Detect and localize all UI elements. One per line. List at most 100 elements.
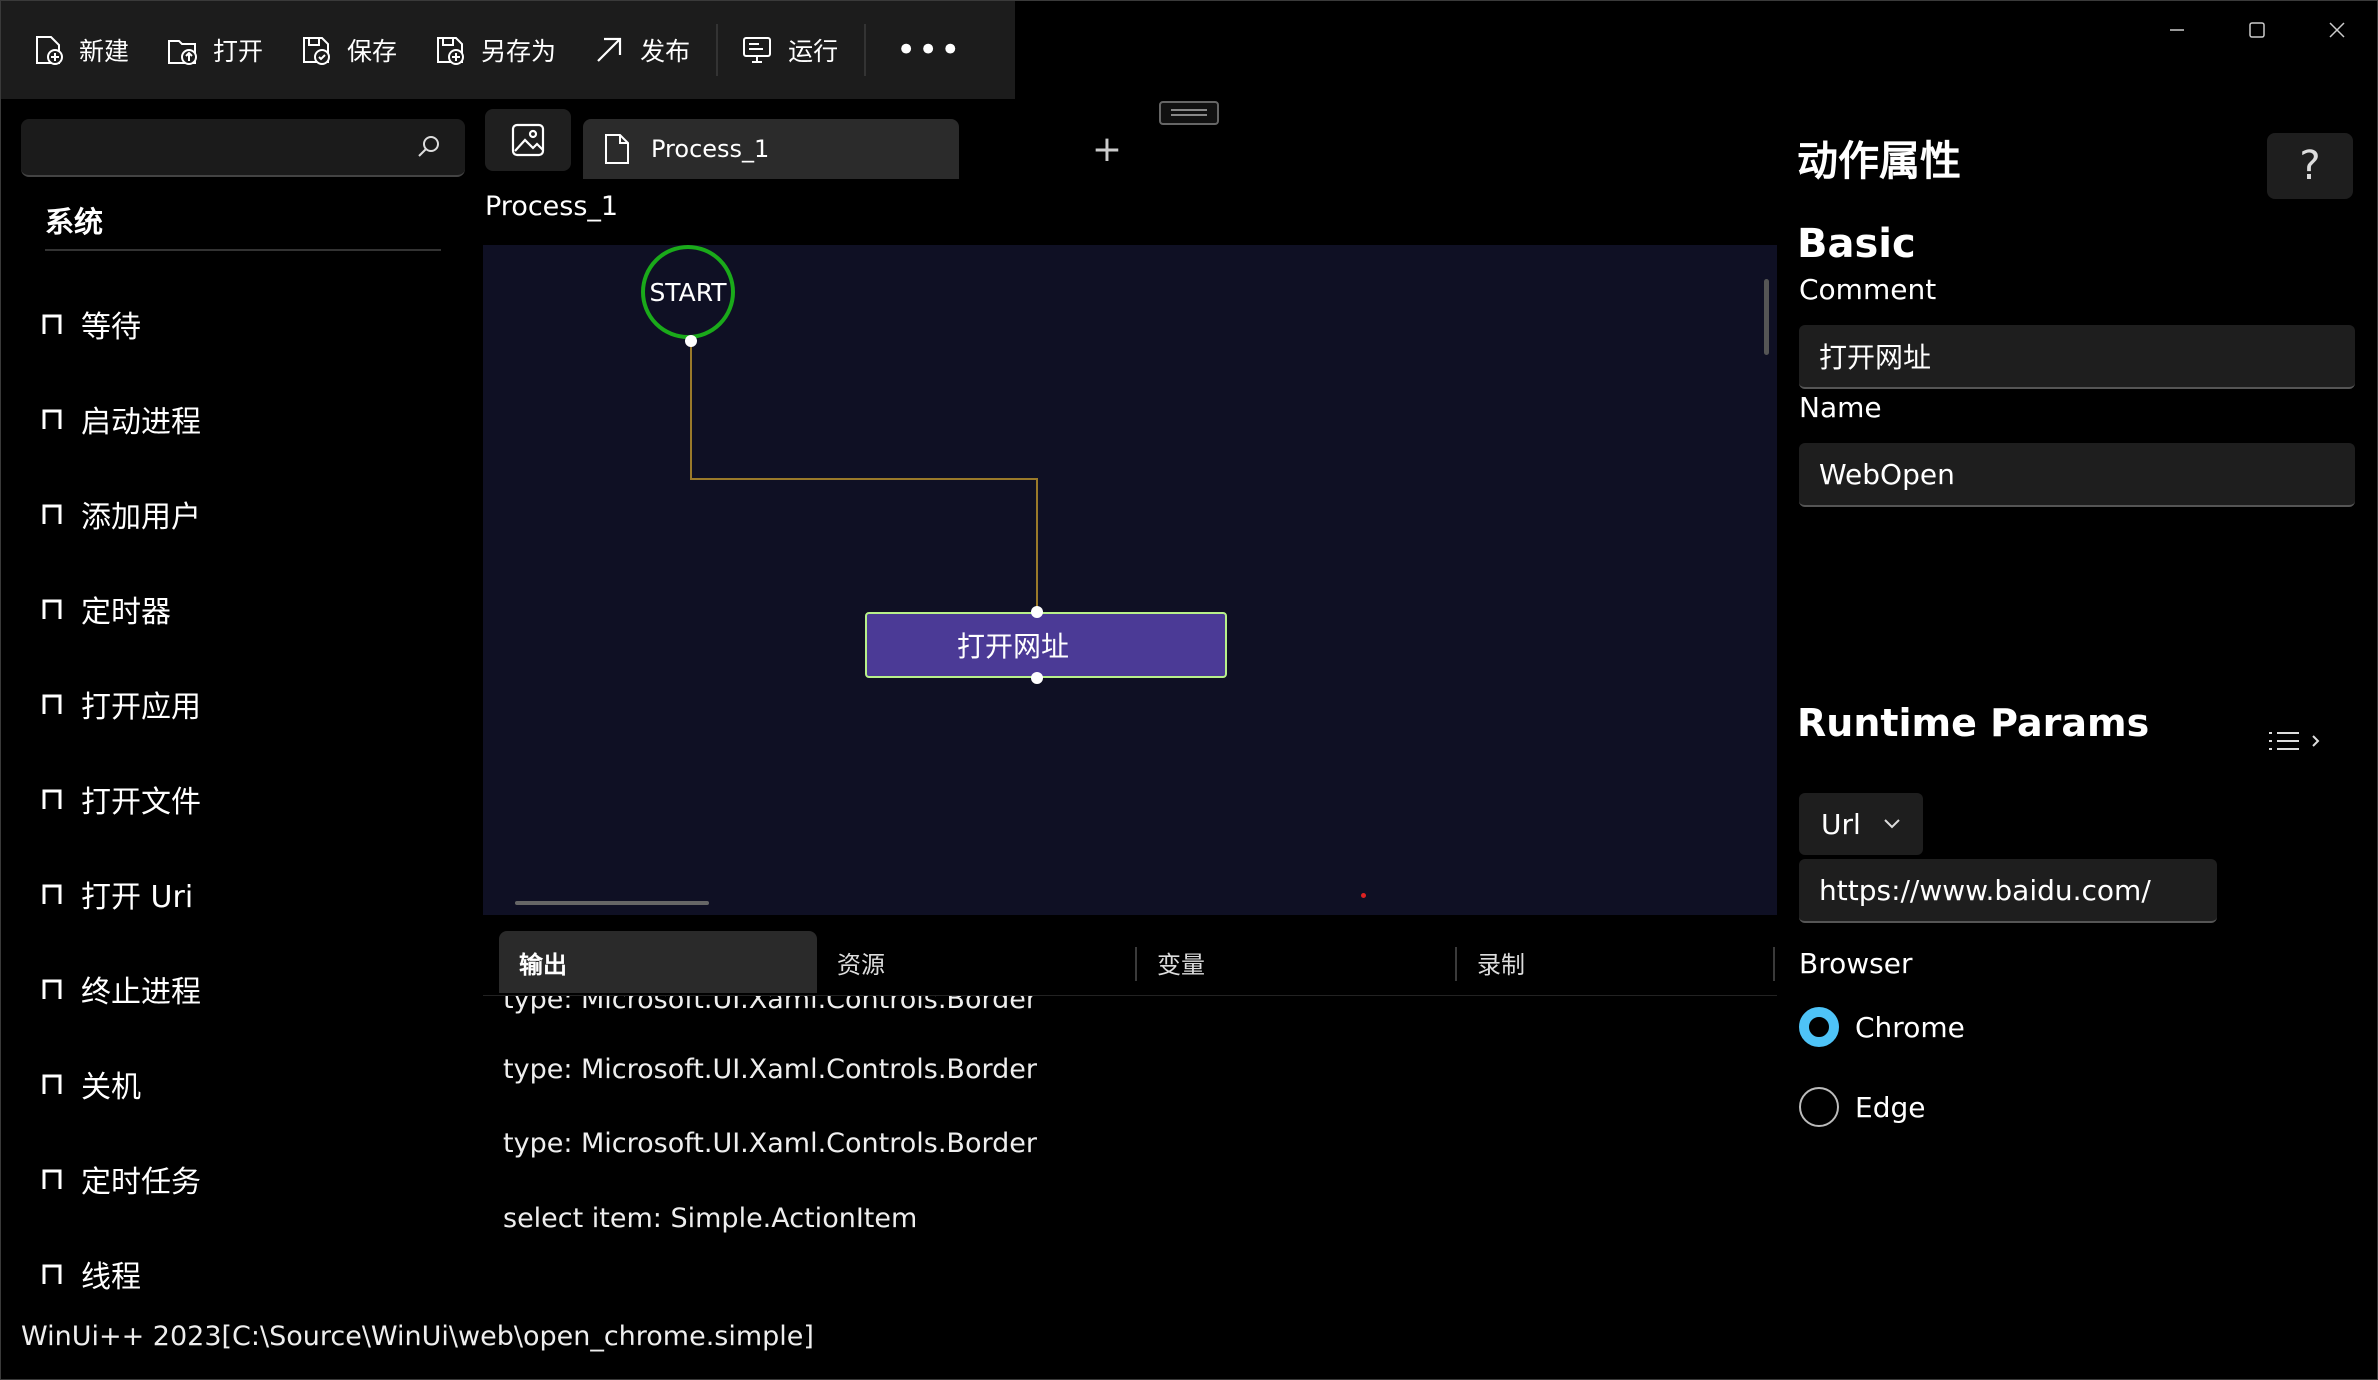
radio-label: Chrome (1855, 1010, 1965, 1044)
save-as-icon (437, 37, 465, 65)
run-button[interactable]: 运行 (724, 20, 854, 80)
action-node-open-url[interactable]: 打开网址 (865, 612, 1227, 678)
sidebar-item-thread[interactable]: 线程 (41, 1249, 141, 1299)
sidebar-item-wait[interactable]: 等待 (41, 299, 141, 349)
editor-area: Process_1 + Process_1 START 打开网址 输出 资源 变… (483, 99, 1777, 1319)
properties-panel: 动作属性 ? Basic Comment 打开网址 Name WebOpen R… (1777, 99, 2377, 1319)
sidebar-item-add-user[interactable]: 添加用户 (41, 489, 201, 539)
minimize-icon (2170, 29, 2184, 31)
panel-title: 动作属性 (1797, 137, 1961, 185)
sidebar-item-label: 打开应用 (81, 690, 201, 725)
add-tab-button[interactable]: + (1087, 129, 1127, 170)
new-button[interactable]: 新建 (15, 20, 145, 80)
search-input[interactable] (35, 129, 399, 167)
save-button-label: 保存 (347, 37, 398, 66)
basic-heading: Basic (1797, 221, 1916, 267)
document-icon (605, 134, 629, 164)
bracket-icon (42, 1169, 62, 1189)
help-button[interactable]: ? (2267, 133, 2353, 199)
new-button-label: 新建 (79, 37, 130, 66)
log-line: type: Microsoft.UI.Xaml.Controls.Border (503, 996, 1037, 1015)
tab-process-1[interactable]: Process_1 (583, 119, 959, 179)
vertical-scrollbar[interactable] (1764, 279, 1769, 355)
minimize-button[interactable] (2137, 1, 2217, 59)
sidebar-item-open-app[interactable]: 打开应用 (41, 679, 201, 729)
bracket-icon (42, 599, 62, 619)
start-output-port[interactable] (685, 335, 697, 347)
tab-record[interactable]: 录制 (1457, 931, 1757, 993)
sidebar-item-open-file[interactable]: 打开文件 (41, 774, 201, 824)
close-button[interactable] (2297, 1, 2377, 59)
sidebar-item-label: 关机 (81, 1070, 141, 1105)
start-node[interactable]: START (641, 245, 735, 339)
bracket-icon (42, 1264, 62, 1284)
sidebar-item-label: 终止进程 (81, 975, 201, 1010)
splitter-handle[interactable] (1159, 101, 1219, 125)
image-icon (511, 123, 545, 157)
list-expand-icon[interactable] (2267, 729, 2323, 755)
sidebar-item-scheduled-task[interactable]: 定时任务 (41, 1154, 201, 1204)
bracket-icon (42, 409, 62, 429)
connector-layer (690, 343, 1038, 609)
search-box[interactable] (21, 119, 465, 177)
maximize-button[interactable] (2217, 1, 2297, 59)
action-output-port[interactable] (1031, 672, 1043, 684)
comment-label: Comment (1799, 273, 1937, 306)
sidebar-item-label: 线程 (81, 1260, 141, 1295)
action-node-label: 打开网址 (956, 630, 1069, 663)
process-title: Process_1 (485, 191, 619, 222)
runtime-params-heading: Runtime Params (1797, 701, 2150, 745)
tab-variables[interactable]: 变量 (1137, 931, 1437, 993)
tab-separator (1773, 947, 1775, 981)
output-tabs: 输出 资源 变量 录制 (483, 931, 1777, 996)
more-button[interactable]: ••• (872, 20, 986, 80)
flow-canvas[interactable]: START 打开网址 (483, 245, 1777, 915)
bracket-icon (42, 884, 62, 904)
sidebar-item-label: 等待 (81, 310, 141, 345)
sidebar-item-start-process[interactable]: 启动进程 (41, 394, 201, 444)
tab-label: Process_1 (651, 135, 770, 163)
image-tab-button[interactable] (485, 109, 571, 171)
horizontal-scrollbar[interactable] (515, 901, 709, 905)
publish-button[interactable]: 发布 (576, 20, 706, 80)
run-monitor-icon (743, 37, 772, 63)
comment-field[interactable]: 打开网址 (1799, 325, 2355, 389)
sidebar-item-label: 启动进程 (81, 405, 201, 440)
param-select-dropdown[interactable]: Url (1799, 793, 1923, 855)
open-file-icon (168, 40, 198, 65)
save-button[interactable]: 保存 (283, 20, 413, 80)
log-line: type: Microsoft.UI.Xaml.Controls.Border (503, 1128, 1037, 1159)
action-input-port[interactable] (1031, 606, 1043, 618)
radio-unselected-indicator (1799, 1087, 1839, 1127)
sidebar-item-timer[interactable]: 定时器 (41, 584, 171, 634)
bracket-icon (42, 789, 62, 809)
param-select-value: Url (1821, 807, 1861, 841)
close-icon (2329, 22, 2345, 38)
log-line: type: Microsoft.UI.Xaml.Controls.Border (503, 1054, 1037, 1085)
save-as-button[interactable]: 另存为 (417, 20, 572, 80)
status-bar: WinUi++ 2023[C:\Source\WinUi\web\open_ch… (21, 1321, 814, 1352)
bracket-icon (42, 1074, 62, 1094)
sidebar-item-open-uri[interactable]: 打开 Uri (41, 869, 193, 919)
chevron-down-icon (1884, 819, 1900, 829)
sidebar-item-label: 添加用户 (81, 500, 201, 535)
bracket-icon (42, 979, 62, 999)
window-caption-buttons (2137, 1, 2377, 59)
radio-edge[interactable]: Edge (1799, 1087, 1925, 1127)
flow-connector (690, 343, 1038, 609)
url-field[interactable]: https://www.baidu.com/ (1799, 859, 2217, 923)
toolbar-separator (864, 24, 867, 76)
sidebar-item-label: 打开 Uri (81, 880, 194, 915)
name-field[interactable]: WebOpen (1799, 443, 2355, 507)
sidebar-item-kill-process[interactable]: 终止进程 (41, 964, 201, 1014)
radio-chrome[interactable]: Chrome (1799, 1007, 1965, 1047)
maximize-icon (2249, 22, 2265, 38)
save-icon (303, 37, 331, 65)
tab-resources[interactable]: 资源 (817, 931, 1117, 993)
open-button[interactable]: 打开 (149, 20, 279, 80)
search-icon[interactable] (415, 133, 443, 161)
app-window: 新建 打开 保存 另存为 发布 运行 ••• 系统 等待 启动进程 添加用户 定… (0, 0, 2378, 1380)
sidebar-item-shutdown[interactable]: 关机 (41, 1059, 141, 1109)
tab-output[interactable]: 输出 (499, 931, 817, 993)
canvas-marker (1361, 893, 1366, 898)
